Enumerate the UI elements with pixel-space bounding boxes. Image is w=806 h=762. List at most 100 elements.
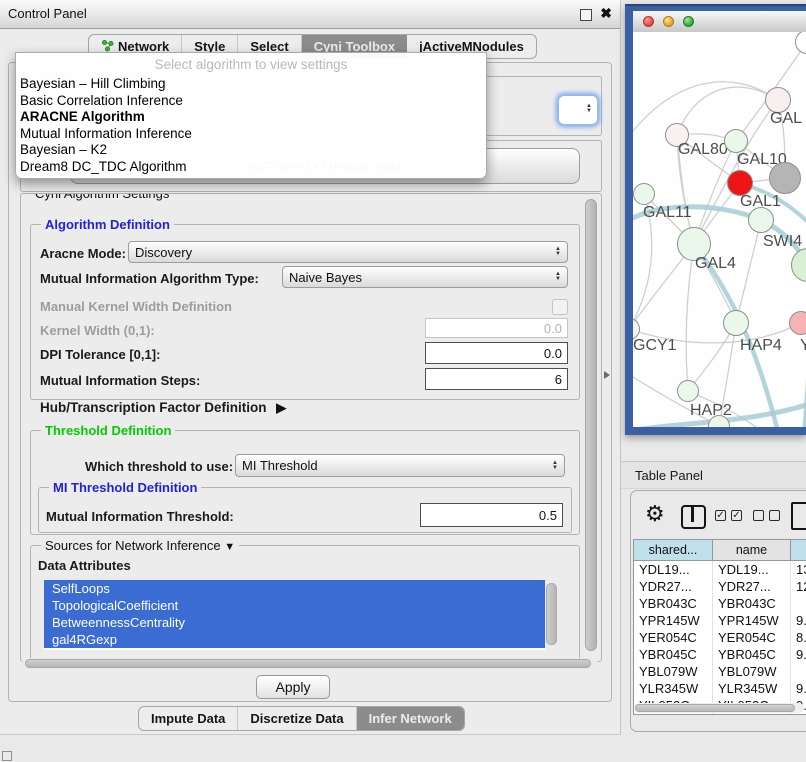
table-row[interactable]: YER054CYER054C8. xyxy=(634,629,806,646)
table-row[interactable]: YLR345WYLR345W9. xyxy=(634,680,806,697)
combo-value: MI Threshold xyxy=(242,458,548,473)
table-row[interactable]: YDL19...YDL19...13 xyxy=(634,561,806,578)
tab-label: Discretize Data xyxy=(250,711,343,726)
deselect-all-checkbox-icon[interactable] xyxy=(769,510,780,521)
minimized-panel-icon[interactable] xyxy=(2,751,12,761)
table-row[interactable]: YBR045CYBR045C9. xyxy=(634,646,806,663)
network-node[interactable] xyxy=(723,310,749,336)
mi-threshold-input[interactable]: 0.5 xyxy=(420,503,563,527)
table-cell: YBR045C xyxy=(712,646,790,663)
network-node[interactable] xyxy=(724,129,748,153)
network-node[interactable] xyxy=(789,311,806,335)
export-table-icon[interactable] xyxy=(791,502,806,530)
table-cell: 9. xyxy=(790,612,806,629)
table-cell: 12 xyxy=(790,578,806,595)
mi-type-combobox[interactable]: Naive Bayes ▲▼ xyxy=(282,266,568,288)
dropdown-item[interactable]: Basic Correlation Inference xyxy=(16,93,486,110)
network-node[interactable] xyxy=(748,207,774,233)
column-header-partial[interactable] xyxy=(790,540,806,560)
table-row[interactable]: YPR145WYPR145W9. xyxy=(634,612,806,629)
dpi-tolerance-input[interactable]: 0.0 xyxy=(425,342,568,364)
column-header-name[interactable]: name xyxy=(712,540,790,560)
table-cell: YER054C xyxy=(712,629,790,646)
group-title: MI Threshold Definition xyxy=(49,480,201,495)
node-label: Y xyxy=(800,337,806,355)
float-panel-icon[interactable] xyxy=(580,9,592,21)
node-label: SWI4 xyxy=(763,233,802,251)
control-panel-titlebar: Control Panel ✖ xyxy=(0,0,620,29)
tab-discretize-data[interactable]: Discretize Data xyxy=(238,707,356,730)
network-node[interactable] xyxy=(677,380,699,402)
data-attributes-list: SelfLoopsTopologicalCoefficientBetweenne… xyxy=(44,580,545,650)
dropdown-item[interactable]: Bayesian – Hill Climbing xyxy=(16,76,486,93)
table-cell: 9. xyxy=(790,646,806,663)
manual-kernel-label: Manual Kernel Width Definition xyxy=(40,299,232,314)
combo-value: Naive Bayes xyxy=(289,270,551,285)
apply-button[interactable]: Apply xyxy=(256,675,330,699)
combo-stepper-icon: ▲▼ xyxy=(552,461,558,471)
horizontal-scrollbar[interactable] xyxy=(25,659,591,668)
table-cell: 13 xyxy=(790,561,806,578)
table-cell: YBL079W xyxy=(712,663,790,680)
column-header-shared-name[interactable]: shared... xyxy=(634,540,712,560)
tab-impute-data[interactable]: Impute Data xyxy=(139,707,238,730)
combo-stepper-icon: ▲▼ xyxy=(555,272,561,282)
dropdown-item[interactable]: ARACNE Algorithm xyxy=(16,109,486,126)
which-threshold-combobox[interactable]: MI Threshold ▲▼ xyxy=(235,454,565,477)
attribute-list-item[interactable]: BetweennessCentrality xyxy=(44,614,545,631)
table-cell: YBL079W xyxy=(634,663,712,680)
mac-minimize-icon[interactable] xyxy=(663,16,674,27)
list-scrollbar[interactable] xyxy=(546,583,557,645)
collapse-down-icon: ▼ xyxy=(224,541,235,553)
mi-steps-label: Mutual Information Steps: xyxy=(40,373,200,388)
network-window-titlebar[interactable] xyxy=(633,11,806,33)
split-columns-icon[interactable] xyxy=(681,505,706,529)
tab-infer-network[interactable]: Infer Network xyxy=(357,707,464,730)
dropdown-item[interactable]: Dream8 DC_TDC Algorithm xyxy=(16,159,486,176)
mac-close-icon[interactable] xyxy=(643,16,654,27)
attribute-list-item[interactable]: TopologicalCoefficient xyxy=(44,597,545,614)
manual-kernel-checkbox[interactable] xyxy=(552,299,568,315)
table-row[interactable]: YDR27...YDR27...12 xyxy=(634,578,806,595)
table-cell: YPR145W xyxy=(634,612,712,629)
mi-steps-input[interactable]: 6 xyxy=(425,368,568,390)
dropdown-item[interactable]: Bayesian – K2 xyxy=(16,142,486,159)
cyni-bottom-tabbar: Impute Data Discretize Data Infer Networ… xyxy=(138,706,465,731)
close-icon[interactable]: ✖ xyxy=(600,5,612,22)
algorithm-combobox-end[interactable]: ▲▼ xyxy=(558,95,598,125)
hub-section-label: Hub/Transcription Factor Definition xyxy=(40,400,267,415)
attribute-list-item[interactable]: gal4RGexp xyxy=(44,631,545,648)
gear-icon[interactable]: ⚙ xyxy=(645,501,665,527)
table-hscrollbar-track[interactable] xyxy=(634,703,804,713)
aracne-mode-combobox[interactable]: Discovery ▲▼ xyxy=(128,241,568,263)
dropdown-item[interactable]: Mutual Information Inference xyxy=(16,126,486,143)
table-body: YDL19...YDL19...13YDR27...YDR27...12YBR0… xyxy=(634,561,806,714)
group-title: Cyni Algorithm Settings xyxy=(31,193,173,201)
panel-divider-arrow[interactable] xyxy=(604,371,610,379)
mi-threshold-label: Mutual Information Threshold: xyxy=(46,509,234,524)
hub-section-toggle[interactable]: Hub/Transcription Factor Definition ▶ xyxy=(40,400,286,416)
network-window: GALGAL80GAL10GAL1GAL11SWI4GAL4GCY1HAP4YH… xyxy=(633,11,806,427)
mac-zoom-icon[interactable] xyxy=(683,16,694,27)
kernel-width-input[interactable]: 0.0 xyxy=(425,318,568,338)
data-attributes-label: Data Attributes xyxy=(38,558,131,573)
select-all-checkbox-icon[interactable]: ✓ xyxy=(715,510,726,521)
network-node[interactable] xyxy=(769,162,801,194)
tab-label: Impute Data xyxy=(151,711,225,726)
network-node[interactable] xyxy=(633,183,655,205)
network-canvas[interactable]: GALGAL80GAL10GAL1GAL11SWI4GAL4GCY1HAP4YH… xyxy=(633,32,806,427)
dropdown-placeholder: Select algorithm to view settings xyxy=(16,53,486,76)
table-row[interactable]: YBL079WYBL079W xyxy=(634,663,806,680)
sources-group-toggle[interactable]: Sources for Network Inference ▼ xyxy=(41,538,239,553)
table-hscrollbar[interactable] xyxy=(635,704,795,712)
select-all-checkbox-icon[interactable]: ✓ xyxy=(731,510,742,521)
vertical-scrollbar[interactable] xyxy=(585,199,597,651)
table-cell: 9. xyxy=(790,680,806,697)
group-title: Algorithm Definition xyxy=(41,217,174,232)
tab-label: Infer Network xyxy=(369,711,452,726)
combo-stepper-icon: ▲▼ xyxy=(586,104,592,114)
attribute-list-item[interactable]: SelfLoops xyxy=(44,580,545,597)
table-row[interactable]: YBR043CYBR043C xyxy=(634,595,806,612)
network-view-frame: GALGAL80GAL10GAL1GAL11SWI4GAL4GCY1HAP4YH… xyxy=(625,4,806,435)
deselect-all-checkbox-icon[interactable] xyxy=(753,510,764,521)
